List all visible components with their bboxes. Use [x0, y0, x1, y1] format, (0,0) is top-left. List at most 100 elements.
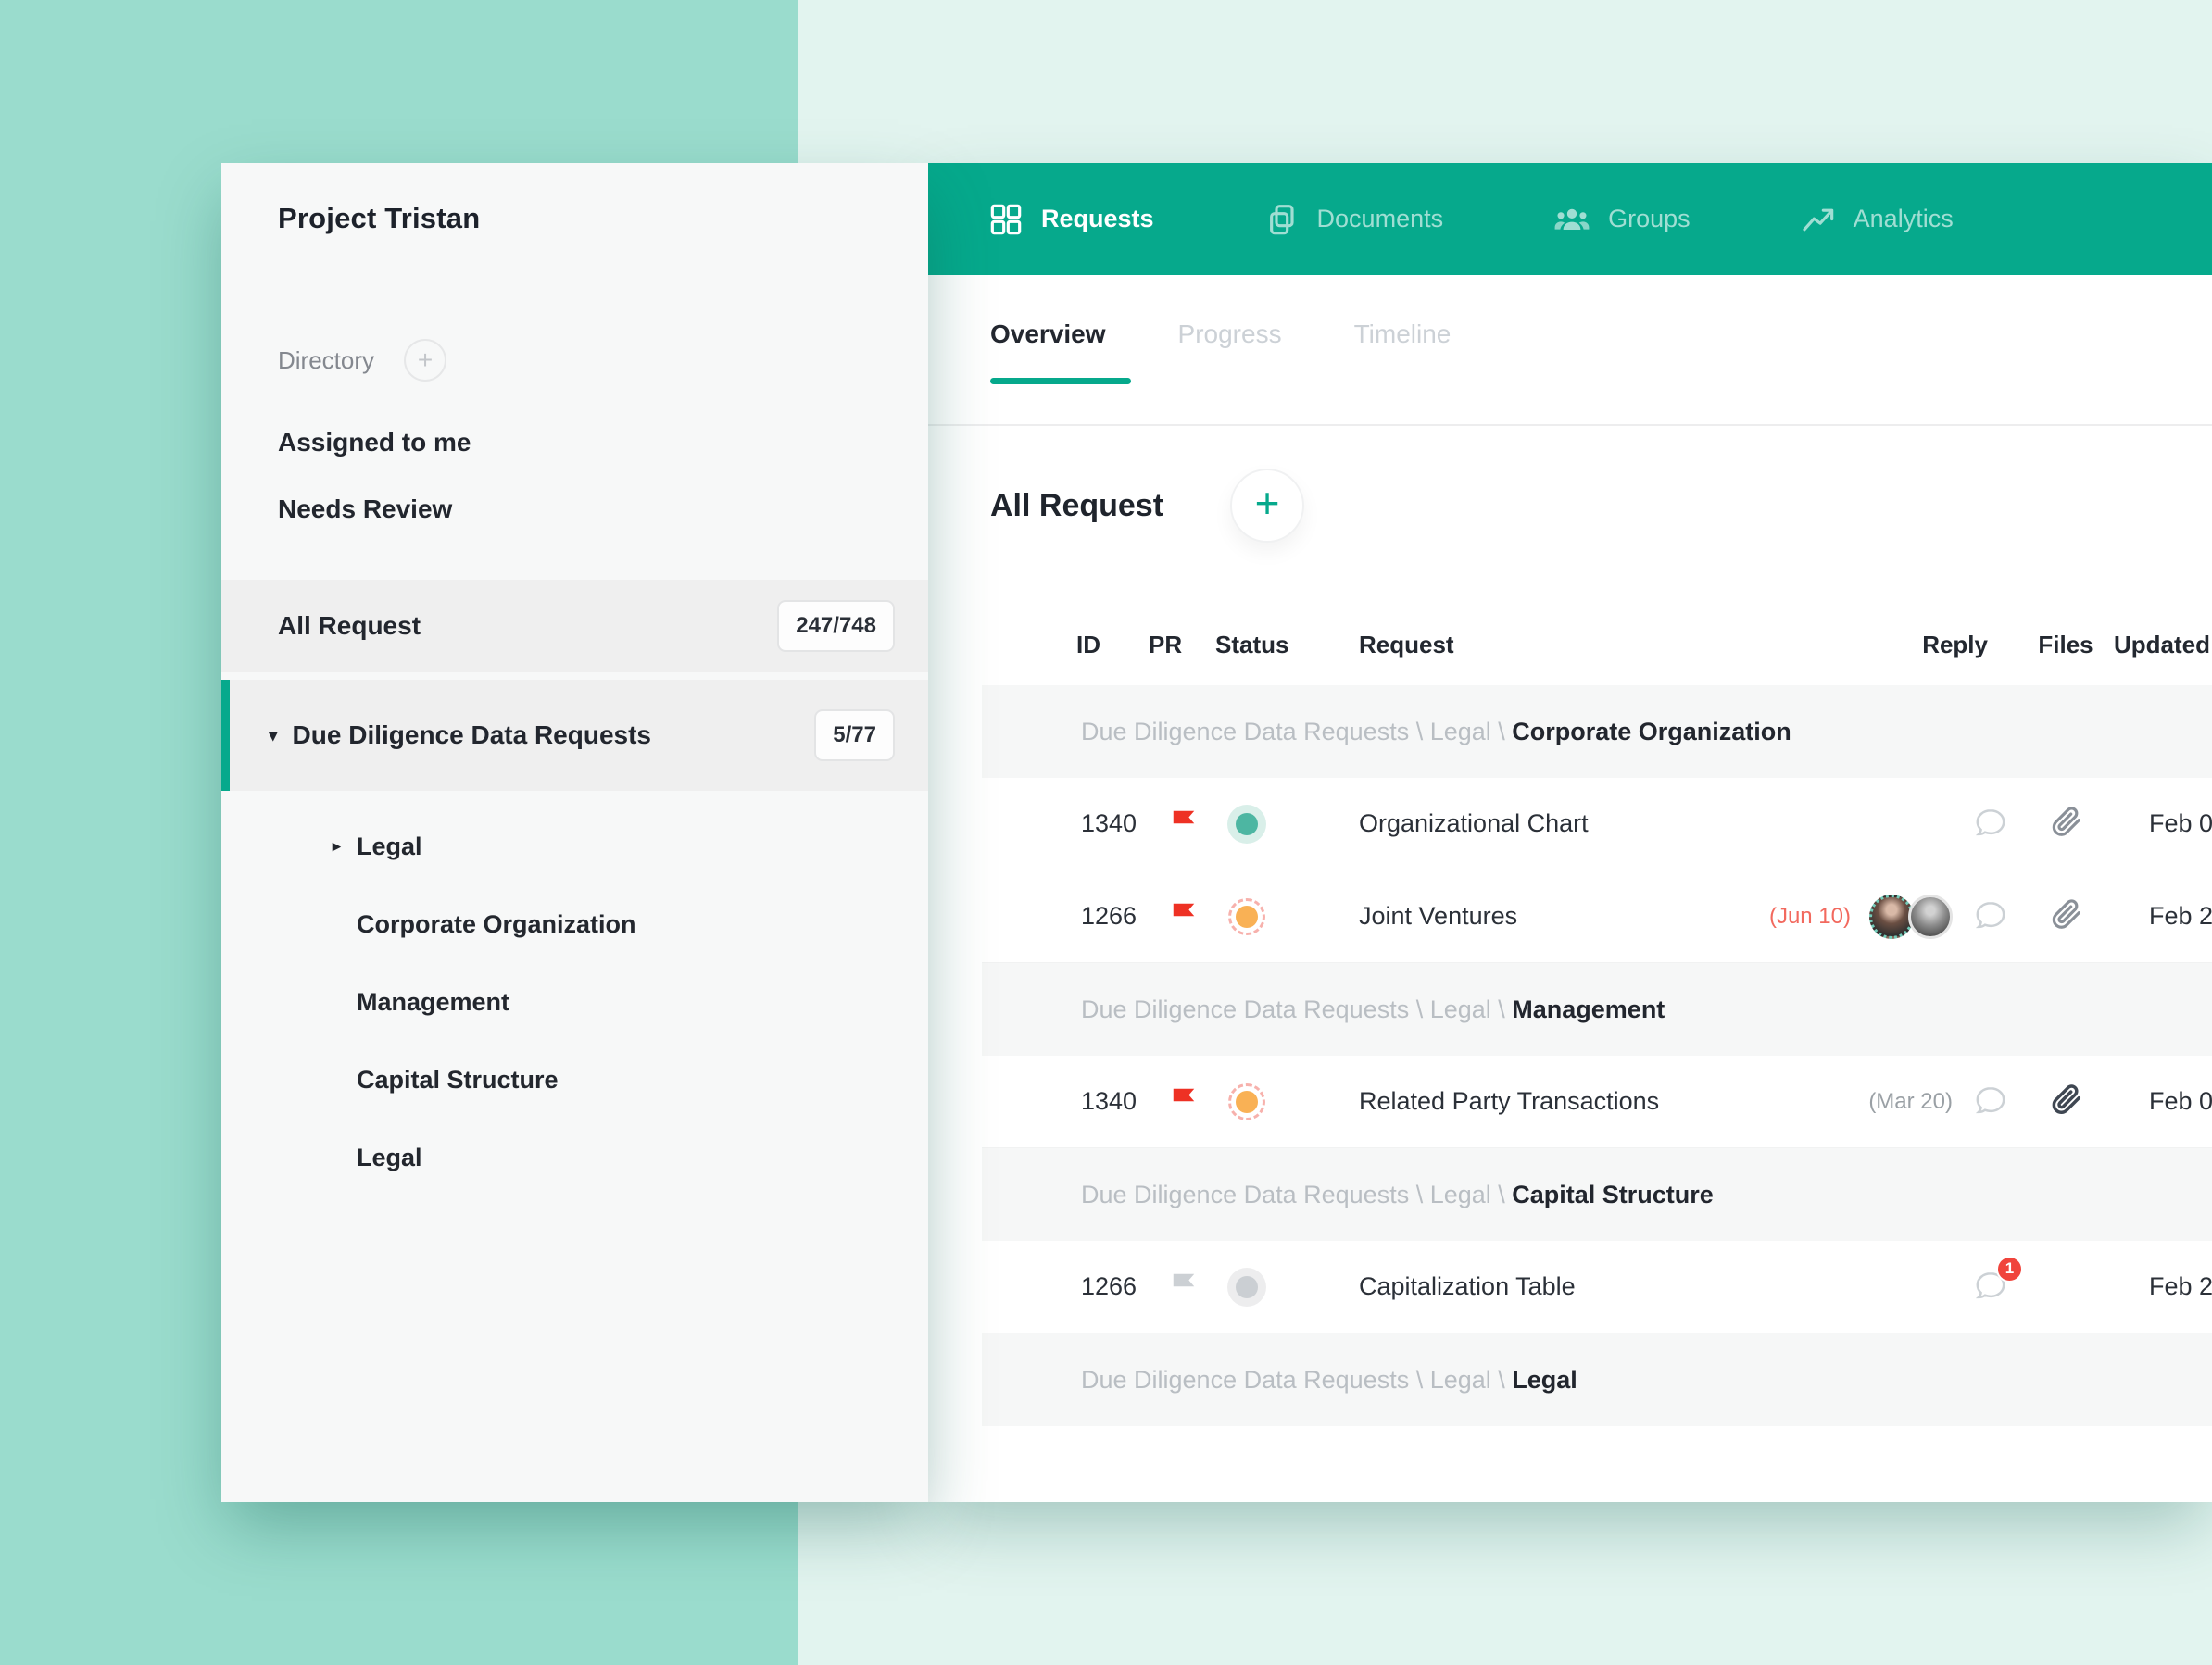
- table-row: 1340 Organizational Chart Feb 07: [982, 778, 2212, 870]
- reply-cell: (Jun 10): [1797, 895, 2019, 939]
- reply-cell: (Mar 20): [1797, 1083, 2019, 1121]
- request-title[interactable]: Organizational Chart: [1306, 809, 1797, 838]
- grid-icon: [987, 201, 1024, 238]
- flag-icon[interactable]: [1167, 1083, 1200, 1120]
- status-cell: [1213, 813, 1306, 835]
- heading-row: All Request +: [990, 469, 2212, 543]
- column-header-pr: PR: [1149, 631, 1213, 659]
- group-row-legal: Due Diligence Data Requests \ Legal \ Le…: [982, 1333, 2212, 1426]
- due-diligence-label: Due Diligence Data Requests: [293, 720, 651, 750]
- group-path: Due Diligence Data Requests \ Legal \: [1081, 1366, 1512, 1394]
- comment-icon[interactable]: [1971, 1083, 2010, 1121]
- group-path: Due Diligence Data Requests \ Legal \: [1081, 718, 1512, 745]
- updated-date: Feb 25: [2112, 902, 2212, 931]
- request-title[interactable]: Capitalization Table: [1306, 1272, 1797, 1301]
- files-cell: [2019, 896, 2112, 936]
- sidebar-item-corporate-organization[interactable]: Corporate Organization: [221, 885, 928, 963]
- groups-icon: [1552, 201, 1591, 238]
- nav-label: Documents: [1317, 205, 1444, 233]
- priority-cell: [1149, 897, 1213, 935]
- table-row: 1266 Capitalization Table 1 Feb 25: [982, 1241, 2212, 1333]
- request-table: ID PR Status Request Reply Files Updated…: [982, 604, 2212, 1426]
- sidebar-item-assigned-to-me[interactable]: Assigned to me: [278, 409, 928, 476]
- comment-icon[interactable]: 1: [1971, 1268, 2010, 1307]
- group-row-capital-structure: Due Diligence Data Requests \ Legal \ Ca…: [982, 1148, 2212, 1241]
- column-header-status: Status: [1213, 631, 1306, 659]
- add-request-button[interactable]: +: [1230, 469, 1304, 543]
- files-cell: [2019, 1082, 2112, 1121]
- sub-item-label: Legal: [357, 832, 422, 861]
- sub-item-label: Capital Structure: [357, 1066, 559, 1095]
- request-title[interactable]: Related Party Transactions: [1306, 1087, 1797, 1116]
- tab-timeline[interactable]: Timeline: [1354, 319, 1452, 384]
- add-directory-button[interactable]: +: [404, 339, 446, 382]
- nav-item-documents[interactable]: Documents: [1263, 201, 1444, 238]
- reply-due-date: (Jun 10): [1769, 904, 1851, 930]
- updated-date: Feb 07: [2112, 1087, 2212, 1116]
- column-header-reply: Reply: [1797, 631, 2019, 659]
- sub-item-label: Corporate Organization: [357, 910, 636, 939]
- page-title: All Request: [990, 488, 1163, 524]
- reply-cell: [1797, 805, 2019, 844]
- unread-count-badge: 1: [1996, 1256, 2023, 1283]
- column-header-updated: Updated: [2112, 631, 2212, 659]
- sidebar-item-due-diligence[interactable]: ▾ Due Diligence Data Requests 5/77: [221, 680, 928, 791]
- group-row-corporate-organization: Due Diligence Data Requests \ Legal \ Co…: [982, 685, 2212, 778]
- nav-item-groups[interactable]: Groups: [1552, 201, 1690, 238]
- table-header-row: ID PR Status Request Reply Files Updated: [982, 604, 2212, 685]
- group-name: Capital Structure: [1512, 1181, 1714, 1208]
- comment-icon[interactable]: [1971, 897, 2010, 936]
- column-header-files: Files: [2019, 631, 2112, 659]
- nav-item-requests[interactable]: Requests: [987, 201, 1154, 238]
- status-dot-teal: [1236, 813, 1258, 835]
- comment-icon[interactable]: [1971, 805, 2010, 844]
- paperclip-icon[interactable]: [2048, 896, 2083, 936]
- flag-icon[interactable]: [1167, 897, 1200, 935]
- project-title: Project Tristan: [278, 202, 928, 235]
- due-diligence-count-badge: 5/77: [814, 709, 895, 761]
- nav-item-analytics[interactable]: Analytics: [1800, 201, 1954, 238]
- sidebar-item-legal[interactable]: ▸ Legal: [221, 807, 928, 885]
- tab-overview[interactable]: Overview: [990, 319, 1106, 384]
- status-dot-orange: [1236, 1091, 1258, 1113]
- all-request-label: All Request: [278, 611, 421, 641]
- group-name: Management: [1512, 995, 1665, 1023]
- table-row: 1266 Joint Ventures (Jun 10): [982, 870, 2212, 963]
- updated-date: Feb 07: [2112, 809, 2212, 838]
- request-title[interactable]: Joint Ventures: [1306, 902, 1797, 931]
- tab-progress[interactable]: Progress: [1178, 319, 1282, 384]
- nav-label: Analytics: [1854, 205, 1954, 233]
- sidebar-item-management[interactable]: Management: [221, 963, 928, 1041]
- group-path: Due Diligence Data Requests \ Legal \: [1081, 995, 1512, 1023]
- avatar: [1869, 895, 1914, 939]
- column-header-id: ID: [1049, 631, 1149, 659]
- sidebar-item-all-request[interactable]: All Request 247/748: [221, 580, 928, 672]
- main-panel: Requests Documents: [928, 163, 2212, 1502]
- group-name: Legal: [1512, 1366, 1577, 1394]
- paperclip-icon[interactable]: [2048, 1082, 2083, 1121]
- flag-icon[interactable]: [1167, 805, 1200, 843]
- documents-icon: [1263, 201, 1301, 238]
- sub-item-label: Management: [357, 988, 509, 1017]
- sidebar-item-needs-review[interactable]: Needs Review: [278, 476, 928, 543]
- sub-item-label: Legal: [357, 1144, 422, 1172]
- status-dot-gray: [1236, 1276, 1258, 1298]
- priority-cell: [1149, 805, 1213, 843]
- status-cell: [1213, 1276, 1306, 1298]
- paperclip-icon[interactable]: [2048, 804, 2083, 844]
- avatar: [1908, 895, 1953, 939]
- status-cell: [1213, 906, 1306, 928]
- group-row-management: Due Diligence Data Requests \ Legal \ Ma…: [982, 963, 2212, 1056]
- flag-icon[interactable]: [1167, 1268, 1200, 1306]
- plus-icon: +: [1255, 482, 1280, 524]
- reply-due-date: (Mar 20): [1868, 1089, 1953, 1115]
- chevron-right-icon: ▸: [333, 837, 341, 856]
- sidebar-item-legal-2[interactable]: Legal: [221, 1119, 928, 1196]
- nav-label: Requests: [1041, 205, 1154, 233]
- sidebar-item-capital-structure[interactable]: Capital Structure: [221, 1041, 928, 1119]
- plus-icon: +: [418, 347, 433, 373]
- group-name: Corporate Organization: [1512, 718, 1791, 745]
- all-request-count-badge: 247/748: [777, 600, 895, 652]
- request-id: 1266: [1049, 1272, 1149, 1301]
- status-dot-orange: [1236, 906, 1258, 928]
